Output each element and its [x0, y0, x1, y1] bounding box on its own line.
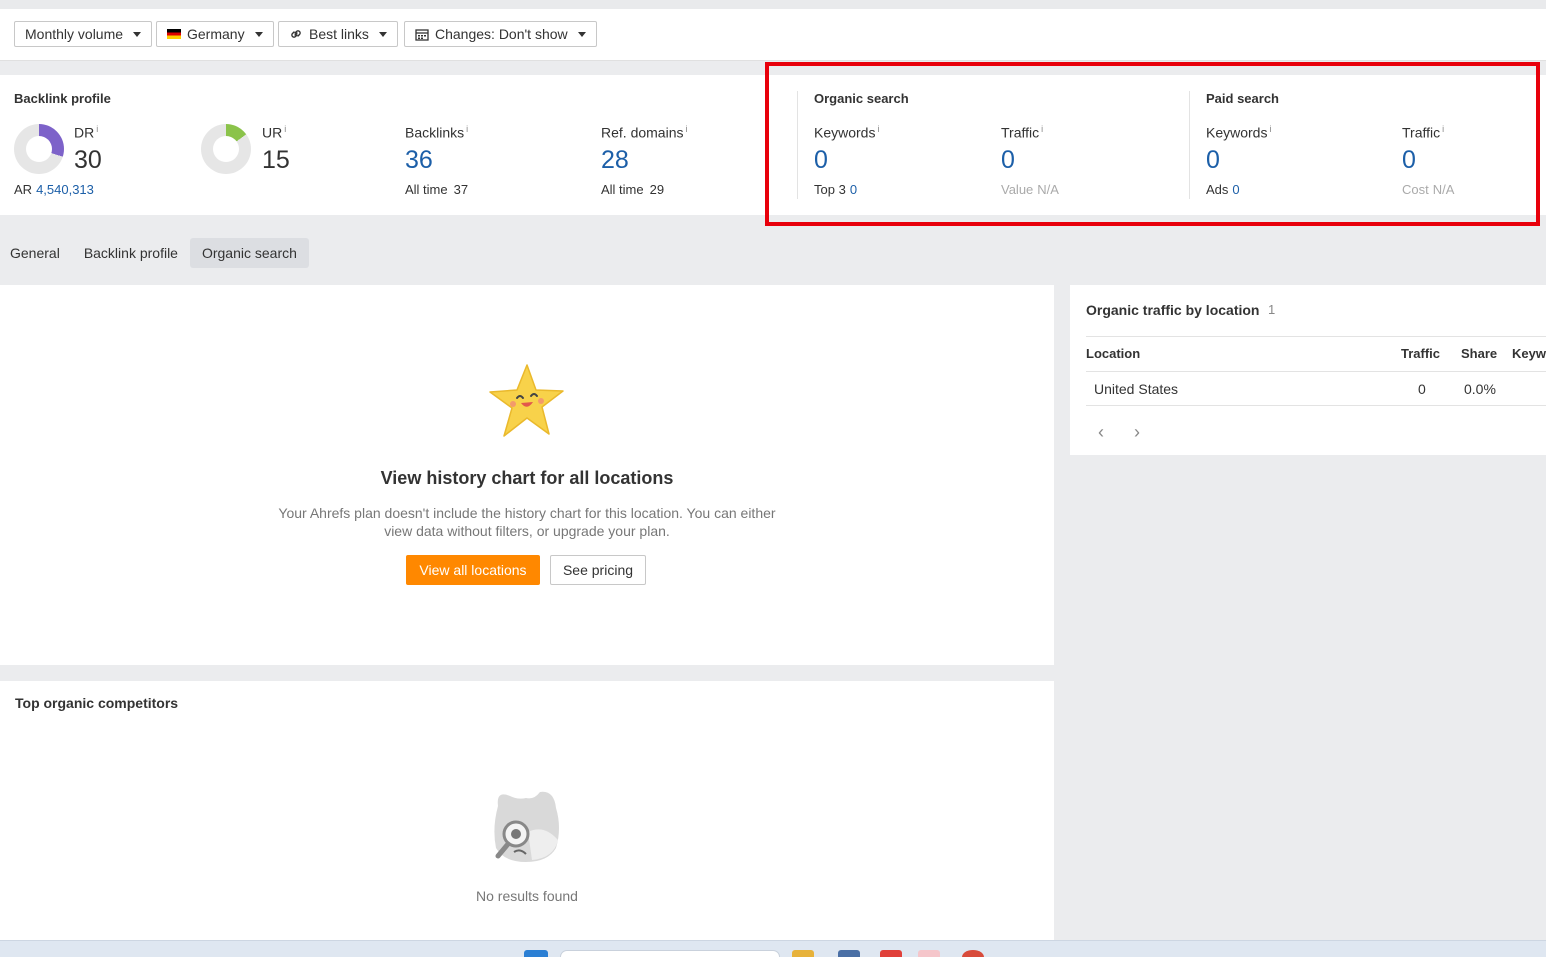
organic-search-title: Organic search	[814, 91, 909, 106]
info-icon[interactable]: i	[466, 124, 468, 134]
organic-keywords-label[interactable]: Keywords i	[814, 124, 879, 141]
location-table: Location Traffic Share Keyw United State…	[1086, 336, 1546, 406]
divider	[1189, 91, 1190, 199]
backlinks-value[interactable]: 36	[405, 146, 433, 175]
info-icon[interactable]: i	[284, 124, 286, 134]
history-chart-title: View history chart for all locations	[380, 468, 674, 488]
table-header: Location Traffic Share Keyw	[1086, 336, 1546, 371]
divider	[797, 91, 798, 199]
paid-ads: Ads 0	[1206, 182, 1240, 197]
top-strip	[0, 0, 1546, 9]
mascot-magnifier-icon	[494, 791, 559, 862]
tab-backlink-profile[interactable]: Backlink profile	[72, 238, 190, 268]
windows-start-icon[interactable]	[524, 950, 548, 957]
paid-keywords-label[interactable]: Keywords i	[1206, 124, 1271, 141]
taskbar-search-box[interactable]	[560, 950, 780, 957]
ref-domains-all-time: All time 29	[601, 182, 665, 197]
country-label: Germany	[187, 26, 245, 42]
organic-traffic-value[interactable]: 0	[1001, 146, 1015, 175]
file-explorer-icon[interactable]	[792, 950, 814, 957]
tab-general[interactable]: General	[0, 238, 72, 268]
location-count: 1	[1268, 302, 1276, 317]
ur-donut-chart	[201, 124, 251, 174]
ref-domains-label[interactable]: Ref. domains i	[601, 124, 687, 141]
chevron-down-icon	[133, 31, 142, 37]
next-page-icon[interactable]: ›	[1134, 422, 1140, 443]
monthly-volume-dropdown[interactable]: Monthly volume	[14, 21, 153, 47]
view-all-locations-button[interactable]: View all locations	[406, 555, 540, 585]
germany-flag-icon	[167, 29, 181, 39]
filter-toolbar: Monthly volume Germany Best links Change…	[0, 9, 1546, 61]
backlinks-all-time: All time 37	[405, 182, 469, 197]
dr-donut-chart	[14, 124, 64, 174]
link-icon	[291, 30, 301, 38]
app-icon[interactable]	[918, 950, 940, 957]
paid-search-title: Paid search	[1206, 91, 1279, 106]
star-mascot-icon	[489, 364, 564, 437]
changes-dropdown[interactable]: Changes: Don't show	[404, 21, 597, 47]
paid-traffic-value[interactable]: 0	[1402, 146, 1416, 175]
row-traffic: 0	[1418, 381, 1426, 397]
organic-traffic-label[interactable]: Traffic i	[1001, 124, 1043, 141]
backlinks-label[interactable]: Backlinks i	[405, 124, 468, 141]
info-icon[interactable]: i	[1041, 124, 1043, 134]
app-icon[interactable]	[880, 950, 902, 957]
calendar-icon	[415, 28, 429, 41]
backlink-profile-title: Backlink profile	[14, 91, 111, 106]
info-icon[interactable]: i	[685, 124, 687, 134]
column-location[interactable]: Location	[1086, 346, 1140, 361]
organic-keywords-value[interactable]: 0	[814, 146, 828, 175]
see-pricing-button[interactable]: See pricing	[550, 555, 646, 585]
row-share: 0.0%	[1464, 381, 1496, 397]
ur-value: 15	[262, 146, 290, 174]
ar-value[interactable]: 4,540,313	[36, 182, 94, 197]
chevron-down-icon	[378, 31, 387, 37]
metrics-overview: Backlink profile DR i 30 AR 4,540,313 UR i …	[0, 75, 1546, 215]
best-links-label: Best links	[309, 26, 369, 42]
dr-value: 30	[74, 146, 102, 174]
dr-label[interactable]: DR i	[74, 124, 98, 141]
info-icon[interactable]: i	[1269, 124, 1271, 134]
organic-traffic-value-sub: Value N/A	[1001, 182, 1059, 197]
best-links-dropdown[interactable]: Best links	[278, 21, 398, 47]
ar-metric: AR 4,540,313	[14, 182, 94, 197]
organic-top3: Top 30	[814, 182, 858, 197]
os-taskbar	[0, 940, 1546, 957]
ref-domains-value[interactable]: 28	[601, 146, 629, 175]
info-icon[interactable]: i	[877, 124, 879, 134]
location-panel-title: Organic traffic by location	[1086, 302, 1260, 318]
chevron-down-icon	[254, 31, 263, 37]
column-keywords[interactable]: Keyw	[1512, 346, 1546, 361]
browser-icon[interactable]	[962, 950, 984, 957]
history-chart-description: Your Ahrefs plan doesn't include the his…	[278, 505, 776, 539]
report-tabs: General Backlink profile Organic search	[0, 238, 309, 270]
table-row[interactable]: United States 0 0.0%	[1086, 371, 1546, 406]
chevron-down-icon	[577, 31, 586, 37]
info-icon[interactable]: i	[1442, 124, 1444, 134]
competitors-title: Top organic competitors	[15, 695, 179, 711]
previous-page-icon[interactable]: ‹	[1098, 422, 1104, 443]
info-icon[interactable]: i	[96, 124, 98, 134]
changes-label: Changes: Don't show	[435, 26, 568, 42]
row-location[interactable]: United States	[1094, 381, 1178, 397]
ur-label[interactable]: UR i	[262, 124, 286, 141]
paid-traffic-label[interactable]: Traffic i	[1402, 124, 1444, 141]
tab-organic-search[interactable]: Organic search	[189, 238, 309, 268]
no-results-text: No results found	[476, 888, 578, 904]
column-traffic[interactable]: Traffic	[1401, 346, 1440, 361]
monthly-volume-label: Monthly volume	[25, 26, 124, 42]
country-dropdown[interactable]: Germany	[156, 21, 274, 47]
paid-traffic-cost: Cost N/A	[1402, 182, 1455, 197]
app-icon[interactable]	[838, 950, 860, 957]
paid-keywords-value[interactable]: 0	[1206, 146, 1220, 175]
column-share[interactable]: Share	[1461, 346, 1497, 361]
